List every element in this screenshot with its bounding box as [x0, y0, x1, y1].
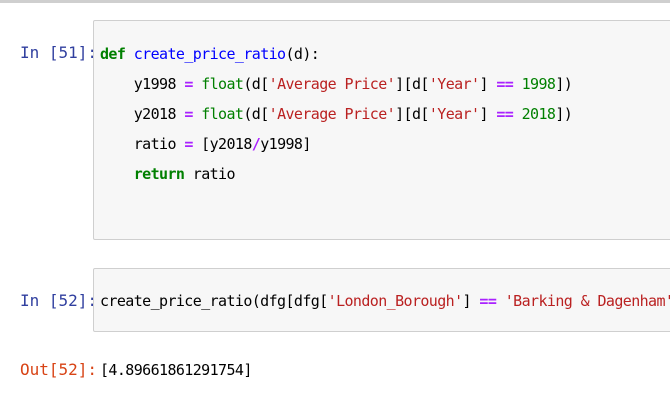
operator: == [496, 105, 514, 123]
string-literal: 'Average Price' [268, 75, 396, 93]
code-token: ratio [184, 165, 236, 183]
code-cell-51[interactable]: In [51]: def create_price_ratio(d): y199… [0, 20, 670, 240]
operator: / [251, 135, 261, 153]
code-line-2: y1998 = float(d['Average Price'][d['Year… [100, 69, 670, 99]
input-prompt-52: In [52]: [20, 291, 98, 310]
code-token: y2018 [100, 105, 185, 123]
code-token: ratio [100, 135, 185, 153]
code-editor-52[interactable]: create_price_ratio(dfg[dfg['London_Borou… [93, 268, 670, 332]
operator: = [184, 135, 193, 153]
output-cell-52: Out[52]: [4.89661861291754] [0, 345, 670, 385]
code-line-1: def create_price_ratio(d): [100, 39, 670, 69]
operator: = [184, 105, 193, 123]
string-literal: 'Year' [428, 105, 480, 123]
code-token: ]) [555, 75, 573, 93]
string-literal: 'Year' [428, 75, 480, 93]
code-token: ]) [555, 105, 573, 123]
builtin-float: float [201, 75, 244, 93]
output-prompt-52: Out[52]: [20, 360, 98, 379]
code-line-1: create_price_ratio(dfg[dfg['London_Borou… [100, 286, 670, 316]
code-token: ] [479, 105, 497, 123]
number-literal: 1998 [521, 75, 556, 93]
code-token: ][d[ [395, 75, 429, 93]
code-token: y1998] [260, 135, 311, 153]
code-token: y1998 [100, 75, 185, 93]
code-line-5: return ratio [100, 159, 670, 189]
string-literal: 'Barking & Dagenham' [504, 292, 670, 310]
code-token: (d[ [243, 105, 269, 123]
function-name: create_price_ratio [133, 45, 286, 63]
code-token: (d): [285, 45, 320, 63]
code-token: (d[ [243, 75, 269, 93]
output-value: [4.89661861291754] [100, 361, 252, 379]
string-literal: 'Average Price' [268, 105, 396, 123]
string-literal: 'London_Borough' [327, 292, 464, 310]
code-token: ] [462, 292, 480, 310]
top-divider [0, 0, 670, 3]
operator: = [184, 75, 193, 93]
code-token: ] [479, 75, 497, 93]
code-cell-52[interactable]: In [52]: create_price_ratio(dfg[dfg['Lon… [0, 268, 670, 332]
code-token: [y2018 [192, 135, 252, 153]
code-block-52[interactable]: create_price_ratio(dfg[dfg['London_Borou… [94, 269, 670, 316]
code-token: ][d[ [395, 105, 429, 123]
code-line-4: ratio = [y2018/y1998] [100, 129, 670, 159]
input-prompt-51: In [51]: [20, 43, 98, 62]
builtin-float: float [201, 105, 244, 123]
number-literal: 2018 [521, 105, 556, 123]
code-token: create_price_ratio(dfg[dfg[ [100, 292, 328, 310]
code-line-3: y2018 = float(d['Average Price'][d['Year… [100, 99, 670, 129]
operator: == [479, 292, 497, 310]
keyword-return: return [133, 165, 185, 183]
code-editor-51[interactable]: def create_price_ratio(d): y1998 = float… [93, 20, 670, 240]
keyword-def: def [100, 45, 126, 63]
operator: == [496, 75, 514, 93]
code-block-51[interactable]: def create_price_ratio(d): y1998 = float… [94, 21, 670, 189]
